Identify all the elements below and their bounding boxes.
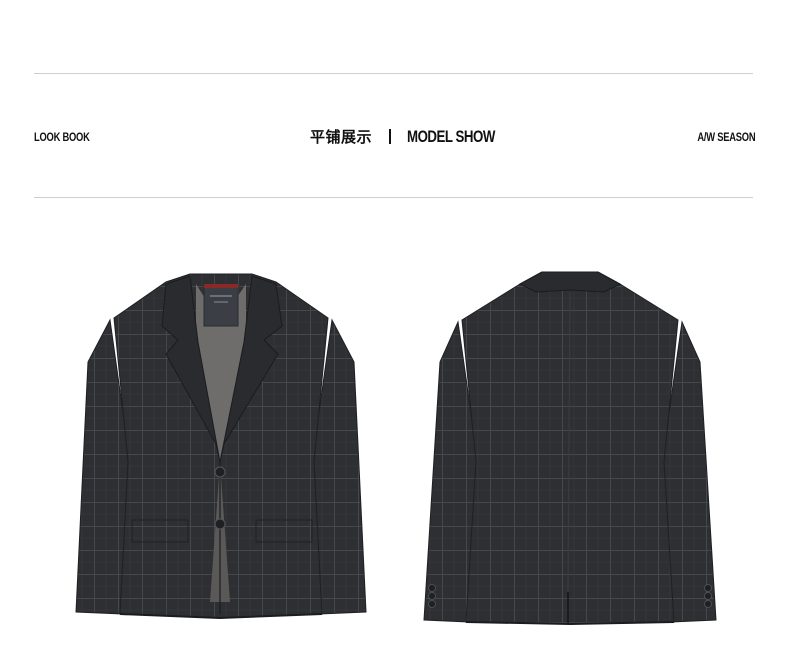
bottom-divider <box>34 197 753 198</box>
title-english: MODEL SHOW <box>407 126 495 146</box>
top-divider <box>34 73 753 74</box>
title-separator <box>389 129 392 144</box>
title-chinese: 平铺展示 <box>310 128 373 146</box>
section-header: LOOK BOOK 平铺展示 MODEL SHOW A/W SEASON <box>34 122 755 152</box>
season-label: A/W SEASON <box>697 130 755 144</box>
jacket-back-image <box>418 262 722 632</box>
jacket-back-icon <box>423 271 717 626</box>
section-title: 平铺展示 MODEL SHOW <box>310 126 520 147</box>
jacket-front-icon <box>75 273 367 620</box>
jacket-front-image <box>70 262 372 632</box>
look-book-label: LOOK BOOK <box>34 130 90 144</box>
